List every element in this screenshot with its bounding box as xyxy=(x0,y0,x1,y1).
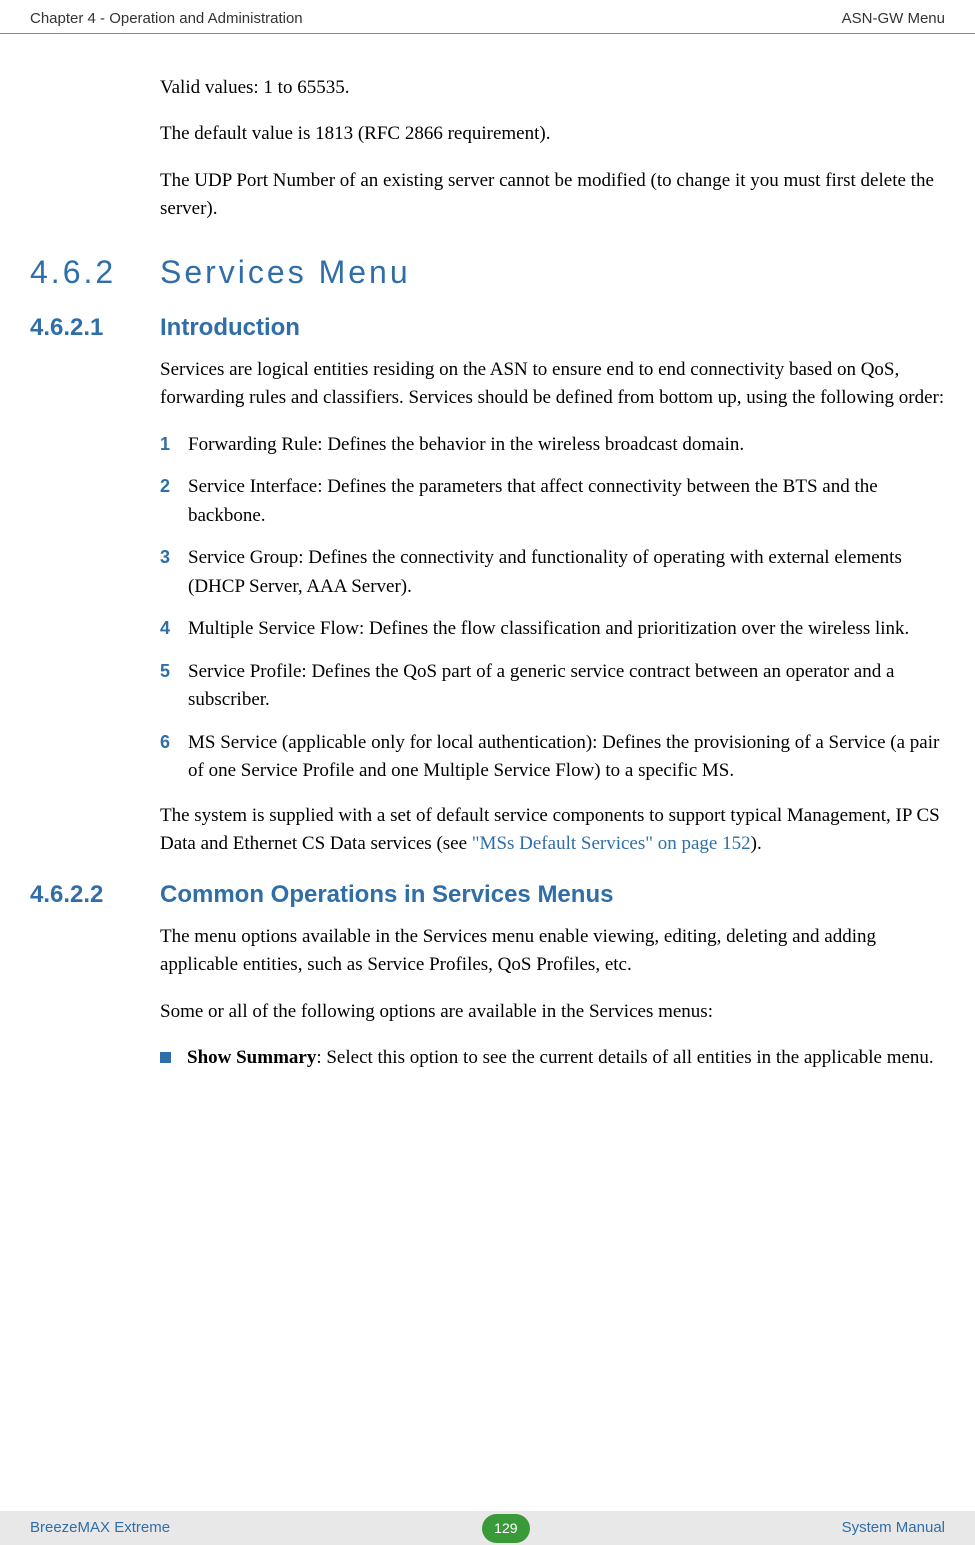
item-text: Service Interface: Defines the parameter… xyxy=(188,473,945,530)
item-number: 3 xyxy=(160,544,188,601)
page-header: Chapter 4 - Operation and Administration… xyxy=(0,0,975,34)
list-item: 4Multiple Service Flow: Defines the flow… xyxy=(160,615,945,644)
heading-number: 4.6.2.2 xyxy=(30,877,160,913)
footer-left: BreezeMAX Extreme xyxy=(30,1517,170,1540)
item-text: MS Service (applicable only for local au… xyxy=(188,729,945,786)
item-text: Multiple Service Flow: Defines the flow … xyxy=(188,615,945,644)
heading-text: Introduction xyxy=(160,310,300,346)
item-text: Service Group: Defines the connectivity … xyxy=(188,544,945,601)
body-paragraph: The default value is 1813 (RFC 2866 requ… xyxy=(160,120,945,149)
list-item: 1Forwarding Rule: Defines the behavior i… xyxy=(160,431,945,460)
ordered-list: 1Forwarding Rule: Defines the behavior i… xyxy=(160,431,945,786)
heading-number: 4.6.2 xyxy=(30,248,160,296)
heading-common-operations: 4.6.2.2 Common Operations in Services Me… xyxy=(30,877,945,913)
body-paragraph: Services are logical entities residing o… xyxy=(160,356,945,413)
item-text: Service Profile: Defines the QoS part of… xyxy=(188,658,945,715)
bullet-list: Show Summary: Select this option to see … xyxy=(160,1044,945,1073)
body-paragraph: The system is supplied with a set of def… xyxy=(160,802,945,859)
list-item: 2Service Interface: Defines the paramete… xyxy=(160,473,945,530)
body-paragraph: Some or all of the following options are… xyxy=(160,998,945,1027)
list-item: 6MS Service (applicable only for local a… xyxy=(160,729,945,786)
heading-text: Common Operations in Services Menus xyxy=(160,877,613,913)
bullet-label: Show Summary xyxy=(187,1047,316,1068)
header-right: ASN-GW Menu xyxy=(842,8,945,31)
footer-right: System Manual xyxy=(842,1517,945,1540)
heading-introduction: 4.6.2.1 Introduction xyxy=(30,310,945,346)
bullet-rest: : Select this option to see the current … xyxy=(316,1047,933,1068)
heading-number: 4.6.2.1 xyxy=(30,310,160,346)
list-item: 3Service Group: Defines the connectivity… xyxy=(160,544,945,601)
body-paragraph: Valid values: 1 to 65535. xyxy=(160,74,945,103)
item-text: Show Summary: Select this option to see … xyxy=(187,1044,945,1073)
page-content: Valid values: 1 to 65535. The default va… xyxy=(0,74,975,1073)
body-paragraph: The menu options available in the Servic… xyxy=(160,923,945,980)
heading-services-menu: 4.6.2 Services Menu xyxy=(30,248,945,296)
page-number-badge: 129 xyxy=(482,1514,529,1543)
item-number: 6 xyxy=(160,729,188,786)
cross-reference-link[interactable]: "MSs Default Services" on page 152 xyxy=(472,833,751,854)
item-text: Forwarding Rule: Defines the behavior in… xyxy=(188,431,945,460)
list-item: Show Summary: Select this option to see … xyxy=(160,1044,945,1073)
page-footer: BreezeMAX Extreme 129 System Manual xyxy=(0,1511,975,1545)
item-number: 1 xyxy=(160,431,188,460)
item-number: 5 xyxy=(160,658,188,715)
item-number: 4 xyxy=(160,615,188,644)
body-paragraph: The UDP Port Number of an existing serve… xyxy=(160,167,945,224)
heading-text: Services Menu xyxy=(160,248,411,296)
list-item: 5Service Profile: Defines the QoS part o… xyxy=(160,658,945,715)
trailer-post: ). xyxy=(751,833,762,854)
header-left: Chapter 4 - Operation and Administration xyxy=(30,8,303,31)
item-number: 2 xyxy=(160,473,188,530)
